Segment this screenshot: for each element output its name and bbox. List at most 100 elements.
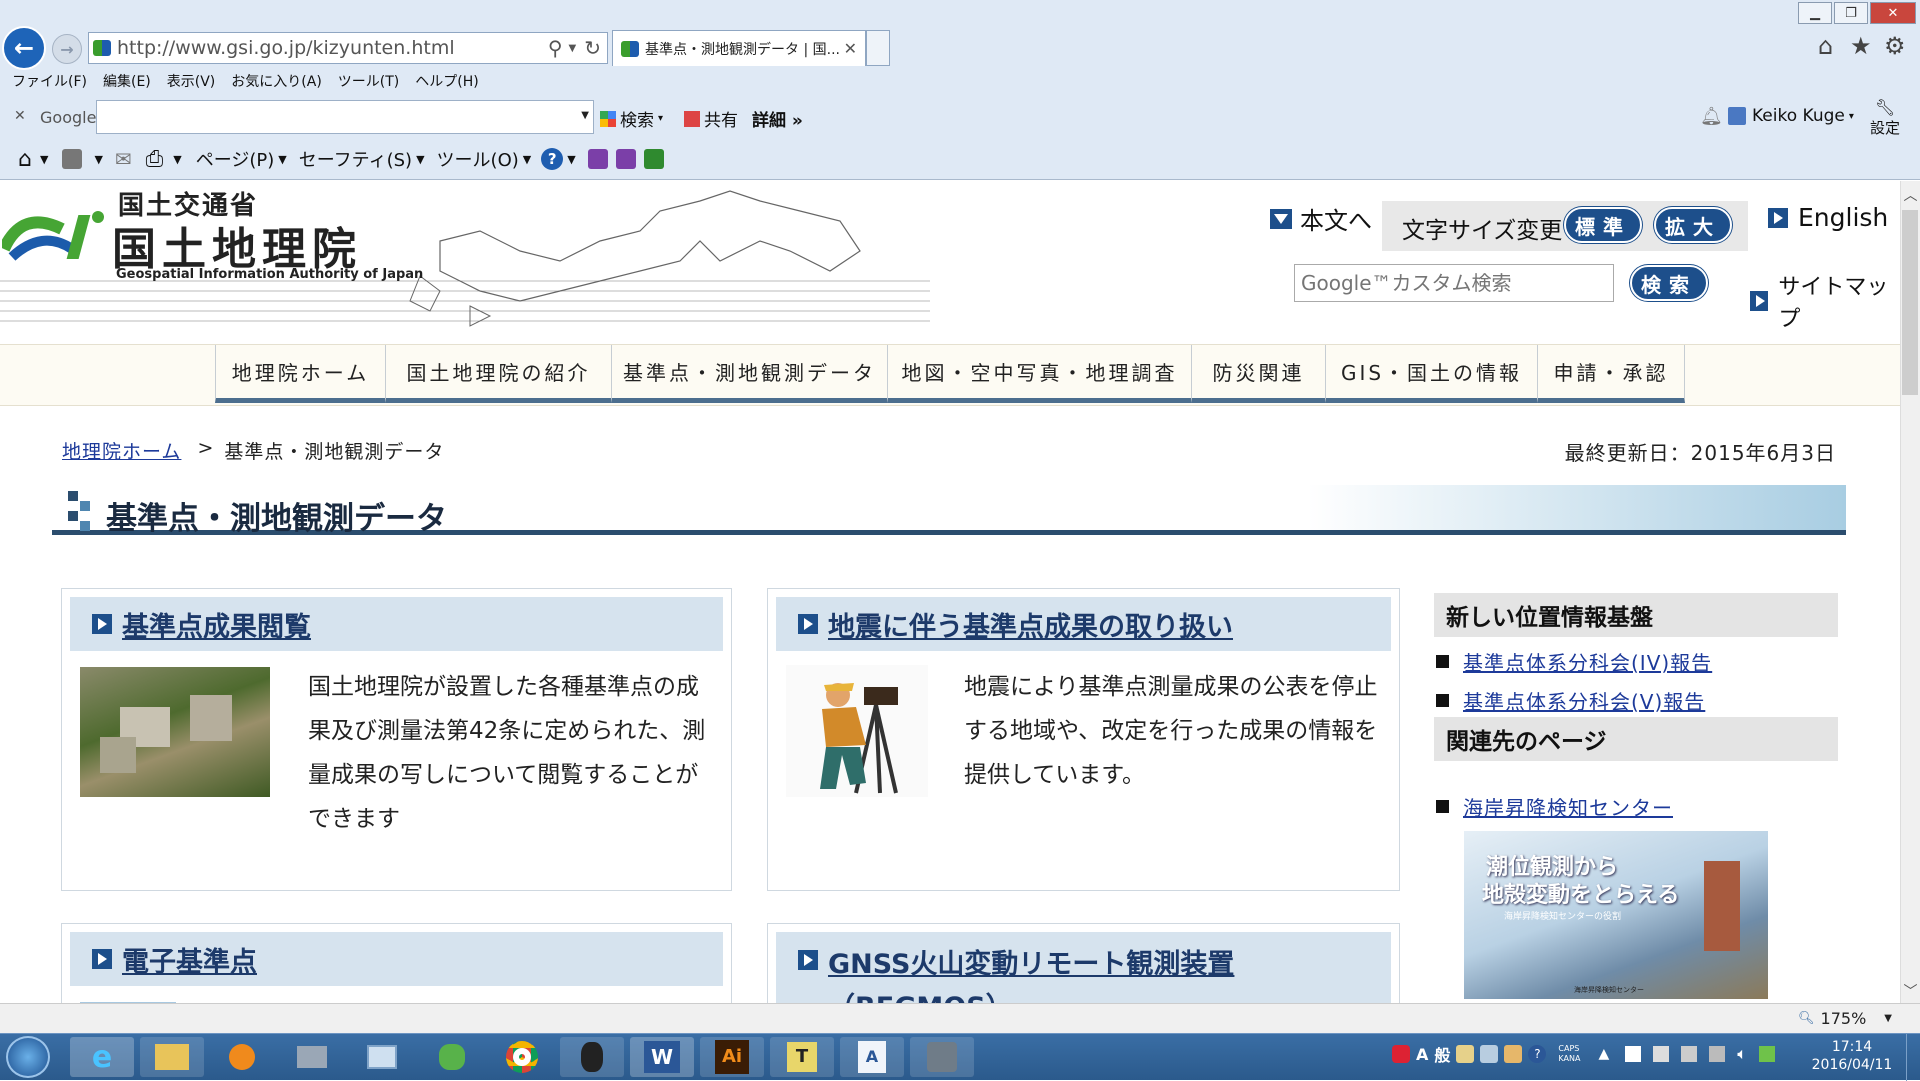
favorites-star-icon[interactable]: ★ <box>1850 32 1872 60</box>
nav-gis[interactable]: GIS・国土の情報 <box>1325 345 1537 403</box>
menu-file[interactable]: ファイル(F) <box>12 71 87 91</box>
sidebar-link-report-iv[interactable]: 基準点体系分科会(IV)報告 <box>1436 647 1712 676</box>
nav-geodetic[interactable]: 基準点・測地観測データ <box>611 345 887 403</box>
search-icon[interactable]: ⚲ <box>548 36 563 60</box>
explorer-app-icon[interactable] <box>140 1037 204 1077</box>
evernote-app-icon[interactable] <box>560 1037 624 1077</box>
windows-flag-icon[interactable] <box>1625 1046 1642 1062</box>
document-app-icon[interactable]: A <box>840 1037 904 1077</box>
mail-icon[interactable]: ✉ <box>115 147 132 171</box>
card-title-link[interactable]: 電子基準点 <box>122 940 257 979</box>
ime-mode-indicator[interactable]: 般 <box>1434 1042 1450 1066</box>
sidebar-link-report-v[interactable]: 基準点体系分科会(V)報告 <box>1436 686 1705 715</box>
security-app-icon[interactable] <box>910 1037 974 1077</box>
font-large-button[interactable]: 拡大 <box>1654 207 1732 243</box>
power-icon[interactable] <box>1681 1046 1698 1062</box>
menu-favorites[interactable]: お気に入り(A) <box>231 71 322 91</box>
nav-applications[interactable]: 申請・承認 <box>1537 345 1685 403</box>
menu-help[interactable]: ヘルプ(H) <box>415 71 478 91</box>
card-title-link[interactable]: 地震に伴う基準点成果の取り扱い <box>828 605 1233 644</box>
show-desktop-button[interactable] <box>1906 1034 1920 1081</box>
ime-tool-icon[interactable] <box>1480 1045 1499 1063</box>
dropdown-icon[interactable]: ▼ <box>94 153 102 166</box>
tools-menu[interactable]: ツール(O) <box>437 146 519 172</box>
gsi-logo[interactable] <box>0 209 112 265</box>
media-player-icon[interactable] <box>210 1037 274 1077</box>
ime-tool-icon[interactable] <box>1504 1045 1523 1063</box>
minimize-button[interactable]: ▁ <box>1798 2 1832 24</box>
device-icon[interactable] <box>1653 1046 1670 1062</box>
text-app-icon[interactable]: T <box>770 1037 834 1077</box>
start-button[interactable] <box>6 1036 50 1078</box>
clock[interactable]: 17:14 2016/04/11 <box>1806 1038 1898 1074</box>
antivirus-icon[interactable] <box>1392 1045 1410 1063</box>
url-text[interactable]: http://www.gsi.go.jp/kizyunten.html <box>117 37 548 59</box>
network-icon[interactable] <box>1709 1046 1726 1062</box>
refresh-icon[interactable]: ↻ <box>584 36 601 60</box>
card-title-link[interactable]: 基準点成果閲覧 <box>122 605 311 644</box>
ime-help-icon[interactable]: ? <box>1528 1045 1547 1063</box>
dropdown-icon[interactable]: ▼ <box>569 43 577 54</box>
illustrator-app-icon[interactable]: Ai <box>700 1037 764 1077</box>
forward-button[interactable]: → <box>52 34 82 64</box>
sitemap-link[interactable]: サイトマップ <box>1750 269 1900 333</box>
onenote-linked-icon[interactable] <box>615 149 636 169</box>
nav-disaster[interactable]: 防災関連 <box>1191 345 1325 403</box>
tab-close-icon[interactable]: ✕ <box>844 39 857 58</box>
menu-edit[interactable]: 編集(E) <box>103 71 151 91</box>
scrollbar-thumb[interactable] <box>1902 210 1918 395</box>
safety-menu[interactable]: セーフティ(S) <box>299 146 412 172</box>
ie-app-icon[interactable]: e <box>70 1037 134 1077</box>
restore-button[interactable]: ❐ <box>1834 2 1868 24</box>
new-tab-button[interactable] <box>866 30 890 66</box>
word-app-icon[interactable]: W <box>630 1037 694 1077</box>
back-button[interactable]: ← <box>2 26 46 70</box>
more-button[interactable]: 詳細 » <box>752 106 803 131</box>
scroll-down-icon[interactable]: ﹀ <box>1901 981 1920 1001</box>
volume-icon[interactable]: 🔈︎ <box>1737 1044 1747 1064</box>
font-standard-button[interactable]: 標準 <box>1564 207 1642 243</box>
address-bar[interactable]: http://www.gsi.go.jp/kizyunten.html ⚲ ▼ … <box>88 32 608 64</box>
chrome-app-icon[interactable] <box>490 1037 554 1077</box>
gear-icon[interactable]: ⚙ <box>1884 32 1906 60</box>
dropdown-icon[interactable]: ▼ <box>40 153 48 166</box>
scroll-up-icon[interactable]: ︿ <box>1901 185 1920 205</box>
breadcrumb-home-link[interactable]: 地理院ホーム <box>62 437 181 464</box>
help-icon[interactable]: ? <box>541 148 564 170</box>
zoom-control[interactable]: 🔍︎ 175% ▼ <box>1798 1009 1892 1028</box>
menu-tools[interactable]: ツール(T) <box>338 71 399 91</box>
google-search-input[interactable]: ▼ <box>96 100 594 134</box>
onenote-icon[interactable] <box>587 149 608 169</box>
google-search-button[interactable]: 検索 ▾ <box>600 106 663 131</box>
home-icon[interactable]: ⌂ <box>18 147 32 172</box>
rss-feed-icon[interactable] <box>62 149 83 169</box>
site-search-input[interactable] <box>1294 264 1614 302</box>
people-app-icon[interactable] <box>420 1037 484 1077</box>
app-window-icon[interactable] <box>350 1037 414 1077</box>
dropdown-icon[interactable]: ▼ <box>173 153 181 166</box>
settings-button[interactable]: 🔧︎ 設定 <box>1870 98 1900 138</box>
card-title-link[interactable]: GNSS火山変動リモート観測装置 <box>828 942 1234 981</box>
nav-maps[interactable]: 地図・空中写真・地理調査 <box>887 345 1191 403</box>
bell-icon[interactable]: 🔔︎ <box>1700 106 1723 127</box>
ime-a-indicator[interactable]: A <box>1416 1045 1428 1064</box>
user-account-button[interactable]: Keiko Kuge ▾ <box>1728 106 1854 126</box>
evernote-icon[interactable] <box>643 149 664 169</box>
close-window-button[interactable]: ✕ <box>1870 2 1916 24</box>
show-hidden-icons[interactable]: ▲ <box>1598 1046 1609 1062</box>
sidebar-link-coastal-center[interactable]: 海岸昇降検知センター <box>1436 792 1673 821</box>
menu-view[interactable]: 表示(V) <box>167 71 216 91</box>
toolbar-close-icon[interactable]: ✕ <box>14 108 26 124</box>
share-button[interactable]: 共有 <box>684 106 738 131</box>
card-title-link-line2[interactable]: （REGMOS） <box>828 985 1234 1003</box>
site-search-button[interactable]: 検索 <box>1630 265 1708 301</box>
tab-active[interactable]: 基準点・測地観測データ | 国... ✕ <box>612 30 866 66</box>
ime-tool-icon[interactable] <box>1456 1045 1475 1063</box>
skip-to-content-link[interactable]: 本文へ <box>1270 201 1372 236</box>
dropdown-icon[interactable]: ▼ <box>581 110 589 121</box>
home-icon[interactable]: ⌂ <box>1818 32 1833 60</box>
nav-about[interactable]: 国土地理院の紹介 <box>385 345 611 403</box>
notification-icon[interactable] <box>1758 1046 1775 1062</box>
remote-desktop-icon[interactable] <box>280 1037 344 1077</box>
page-menu[interactable]: ページ(P) <box>196 146 275 172</box>
